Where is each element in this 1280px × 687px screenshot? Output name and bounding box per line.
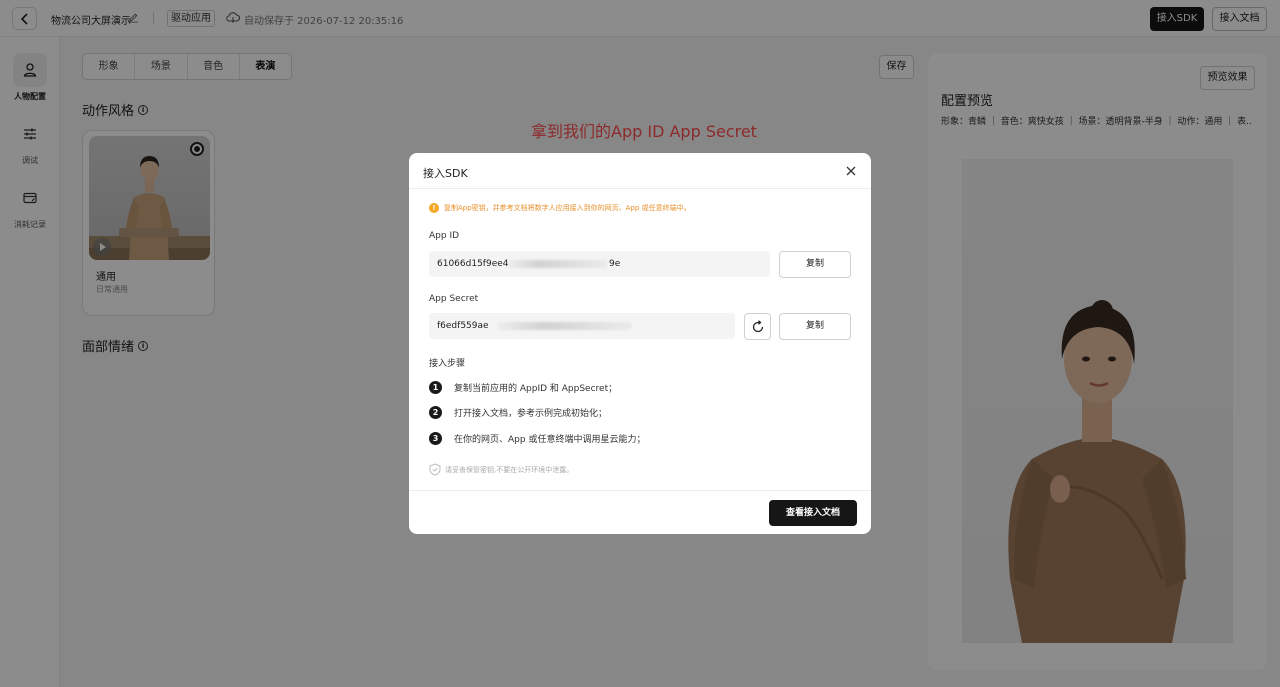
modal-title: 接入SDK (423, 167, 468, 180)
app-id-field[interactable]: 61066d15f9ee4 9e (429, 251, 770, 277)
copy-app-id-button[interactable]: 复制 (779, 251, 851, 278)
step-text: 打开接入文档，参考示例完成初始化； (454, 409, 608, 419)
refresh-secret-button[interactable] (744, 313, 771, 340)
app-secret-field[interactable]: f6edf559ae (429, 313, 735, 339)
warning-icon: ! (429, 203, 439, 213)
refresh-icon (752, 319, 763, 332)
step-item: 3 在你的网页、App 或任意终端中调用星云能力； (429, 432, 645, 445)
warning-text: 复制App密钥，并参考文档将数字人应用接入到你的网页、App 或任意终端中。 (444, 204, 691, 212)
security-tip-text: 请妥善保管密钥,不要在公开环境中泄露。 (445, 465, 574, 474)
view-doc-button[interactable]: 查看接入文档 (769, 500, 857, 526)
step-number-icon: 3 (429, 432, 442, 445)
redaction-blur (497, 322, 632, 330)
step-number-icon: 2 (429, 406, 442, 419)
warning-row: ! 复制App密钥，并参考文档将数字人应用接入到你的网页、App 或任意终端中。 (429, 203, 691, 213)
steps-title: 接入步骤 (429, 359, 466, 369)
app-secret-label: App Secret (429, 294, 479, 304)
step-text: 在你的网页、App 或任意终端中调用星云能力； (454, 435, 646, 445)
shield-icon (429, 463, 441, 476)
copy-app-secret-button[interactable]: 复制 (779, 313, 851, 340)
step-number-icon: 1 (429, 381, 442, 394)
divider (409, 188, 871, 189)
step-item: 2 打开接入文档，参考示例完成初始化； (429, 406, 607, 419)
divider (409, 490, 871, 491)
security-tip: 请妥善保管密钥,不要在公开环境中泄露。 (429, 463, 573, 476)
step-item: 1 复制当前应用的 AppID 和 AppSecret； (429, 381, 617, 394)
close-icon[interactable] (845, 165, 857, 177)
app-id-tail: 9e (609, 259, 621, 269)
sdk-modal: 接入SDK ! 复制App密钥，并参考文档将数字人应用接入到你的网页、App 或… (409, 153, 871, 534)
app-id-label: App ID (429, 231, 460, 241)
app-id-value: 61066d15f9ee4 (437, 259, 509, 269)
redaction-blur (507, 260, 607, 268)
app-secret-value: f6edf559ae (437, 321, 489, 331)
step-text: 复制当前应用的 AppID 和 AppSecret； (454, 384, 618, 394)
